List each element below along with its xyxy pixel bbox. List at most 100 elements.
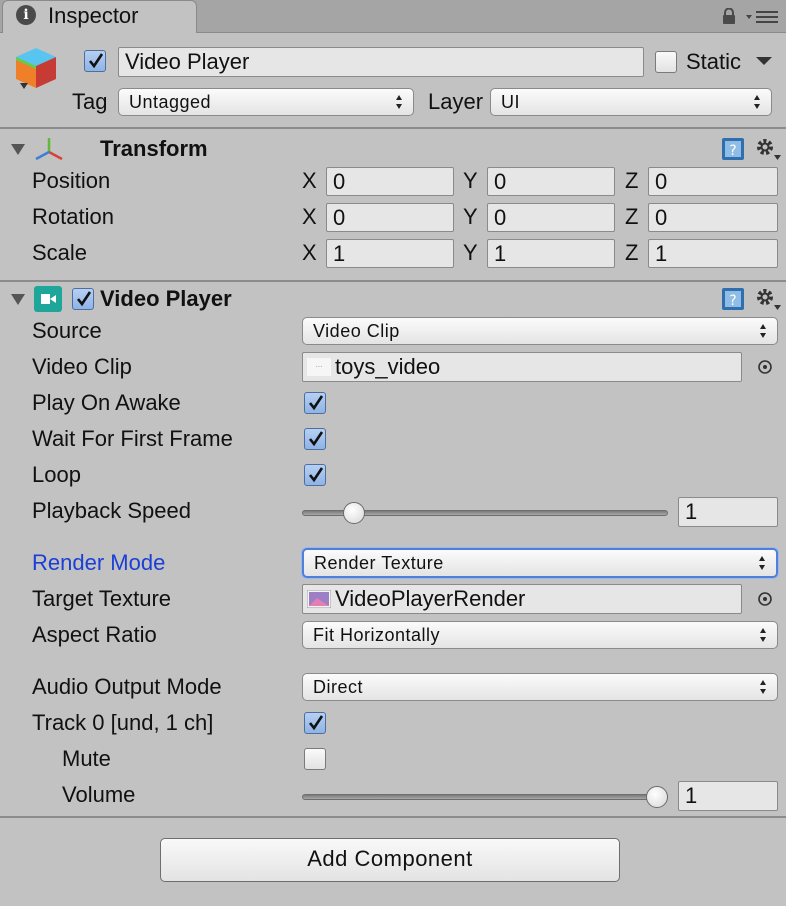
transform-position-x-field[interactable]: 0 <box>326 167 454 196</box>
track-label: Track 0 [und, 1 ch] <box>32 710 214 735</box>
audio-output-dropdown[interactable]: Direct <box>302 673 778 701</box>
active-checkbox[interactable] <box>84 50 106 72</box>
volume-slider-track[interactable] <box>302 794 668 800</box>
tag-dropdown[interactable]: Untagged <box>118 88 414 116</box>
updown-arrows-icon <box>754 95 760 109</box>
layer-dropdown[interactable]: UI <box>490 88 772 116</box>
help-book-icon[interactable]: ? <box>720 136 746 162</box>
axis-y-label: Y <box>463 168 478 193</box>
section-divider <box>0 127 786 129</box>
play-on-awake-label: Play On Awake <box>32 390 181 415</box>
updown-arrows-icon <box>760 680 766 694</box>
transform-icon <box>35 138 63 161</box>
svg-text:?: ? <box>729 143 736 159</box>
loop-checkbox[interactable] <box>304 464 326 486</box>
section-divider <box>0 280 786 282</box>
render-mode-dropdown[interactable]: Render Texture <box>302 548 778 578</box>
layer-label: Layer <box>428 89 484 114</box>
video-clip-field[interactable]: ··· toys_video <box>302 352 742 382</box>
foldout-arrow-icon[interactable] <box>10 142 26 156</box>
target-texture-label: Target Texture <box>32 586 172 611</box>
render-mode-value: Render Texture <box>314 553 444 573</box>
transform-rotation-y-field[interactable]: 0 <box>487 203 615 232</box>
svg-text:?: ? <box>729 293 736 309</box>
render-mode-label: Render Mode <box>32 550 166 575</box>
axis-z-label: Z <box>625 204 639 229</box>
gear-icon[interactable] <box>754 136 782 162</box>
layer-value: UI <box>501 92 520 112</box>
video-player-icon <box>34 286 62 312</box>
transform-title: Transform <box>100 136 208 161</box>
target-texture-value: VideoPlayerRender <box>335 586 526 611</box>
mute-checkbox[interactable] <box>304 748 326 770</box>
updown-arrows-icon <box>396 95 402 109</box>
video-clip-label: Video Clip <box>32 354 132 379</box>
source-dropdown[interactable]: Video Clip <box>302 317 778 345</box>
updown-arrows-icon <box>760 324 766 338</box>
axis-y-label: Y <box>463 240 478 265</box>
section-divider <box>0 816 786 818</box>
tab-menu-icon[interactable] <box>746 9 780 25</box>
gameobject-icon <box>16 48 56 89</box>
add-component-button[interactable]: Add Component <box>160 838 620 882</box>
updown-arrows-icon <box>759 556 765 570</box>
tag-value: Untagged <box>129 92 212 112</box>
video-clip-value: toys_video <box>335 354 441 379</box>
track-enabled-checkbox[interactable] <box>304 712 326 734</box>
static-dropdown-icon[interactable] <box>754 56 774 66</box>
axis-x-label: X <box>302 168 317 193</box>
video-clip-asset-icon: ··· <box>307 358 331 376</box>
transform-rotation-z-field[interactable]: 0 <box>648 203 778 232</box>
wait-first-frame-checkbox[interactable] <box>304 428 326 450</box>
mute-label: Mute <box>62 746 111 771</box>
tag-label: Tag <box>72 89 108 114</box>
volume-label: Volume <box>62 782 136 807</box>
updown-arrows-icon <box>760 628 766 642</box>
svg-text:···: ··· <box>316 363 323 371</box>
info-icon: i <box>16 5 36 25</box>
playback-speed-field[interactable]: 1 <box>678 497 778 527</box>
transform-rotation-x-field[interactable]: 0 <box>326 203 454 232</box>
object-name-field[interactable]: Video Player <box>118 47 644 77</box>
aspect-ratio-value: Fit Horizontally <box>313 625 441 645</box>
render-texture-icon <box>307 590 331 608</box>
wait-first-frame-label: Wait For First Frame <box>32 426 233 451</box>
audio-output-value: Direct <box>313 677 364 697</box>
transform-scale-x-field[interactable]: 1 <box>326 239 454 268</box>
tab-label: Inspector <box>48 3 139 28</box>
object-picker-icon[interactable] <box>757 359 773 375</box>
axis-y-label: Y <box>463 204 478 229</box>
object-picker-icon[interactable] <box>757 591 773 607</box>
playback-speed-slider-thumb[interactable] <box>343 502 366 524</box>
aspect-ratio-dropdown[interactable]: Fit Horizontally <box>302 621 778 649</box>
playback-speed-label: Playback Speed <box>32 498 191 523</box>
transform-position-z-field[interactable]: 0 <box>648 167 778 196</box>
video-player-title: Video Player <box>100 286 232 311</box>
source-value: Video Clip <box>313 321 400 341</box>
transform-position-label: Position <box>32 168 111 193</box>
static-checkbox[interactable] <box>655 51 677 73</box>
foldout-arrow-icon[interactable] <box>10 292 26 306</box>
transform-rotation-label: Rotation <box>32 204 114 229</box>
axis-z-label: Z <box>625 240 639 265</box>
lock-icon[interactable] <box>722 8 736 24</box>
transform-position-y-field[interactable]: 0 <box>487 167 615 196</box>
video-player-enabled-checkbox[interactable] <box>72 288 94 310</box>
aspect-ratio-label: Aspect Ratio <box>32 622 157 647</box>
axis-z-label: Z <box>625 168 639 193</box>
volume-slider-thumb[interactable] <box>646 786 668 808</box>
transform-scale-label: Scale <box>32 240 88 265</box>
transform-scale-y-field[interactable]: 1 <box>487 239 615 268</box>
source-label: Source <box>32 318 102 343</box>
gear-icon[interactable] <box>754 286 782 312</box>
axis-x-label: X <box>302 204 317 229</box>
volume-field[interactable]: 1 <box>678 781 778 811</box>
play-on-awake-checkbox[interactable] <box>304 392 326 414</box>
transform-scale-z-field[interactable]: 1 <box>648 239 778 268</box>
audio-output-label: Audio Output Mode <box>32 674 222 699</box>
static-label: Static <box>686 49 742 74</box>
axis-x-label: X <box>302 240 317 265</box>
target-texture-field[interactable]: VideoPlayerRender <box>302 584 742 614</box>
loop-label: Loop <box>32 462 81 487</box>
help-book-icon[interactable]: ? <box>720 286 746 312</box>
